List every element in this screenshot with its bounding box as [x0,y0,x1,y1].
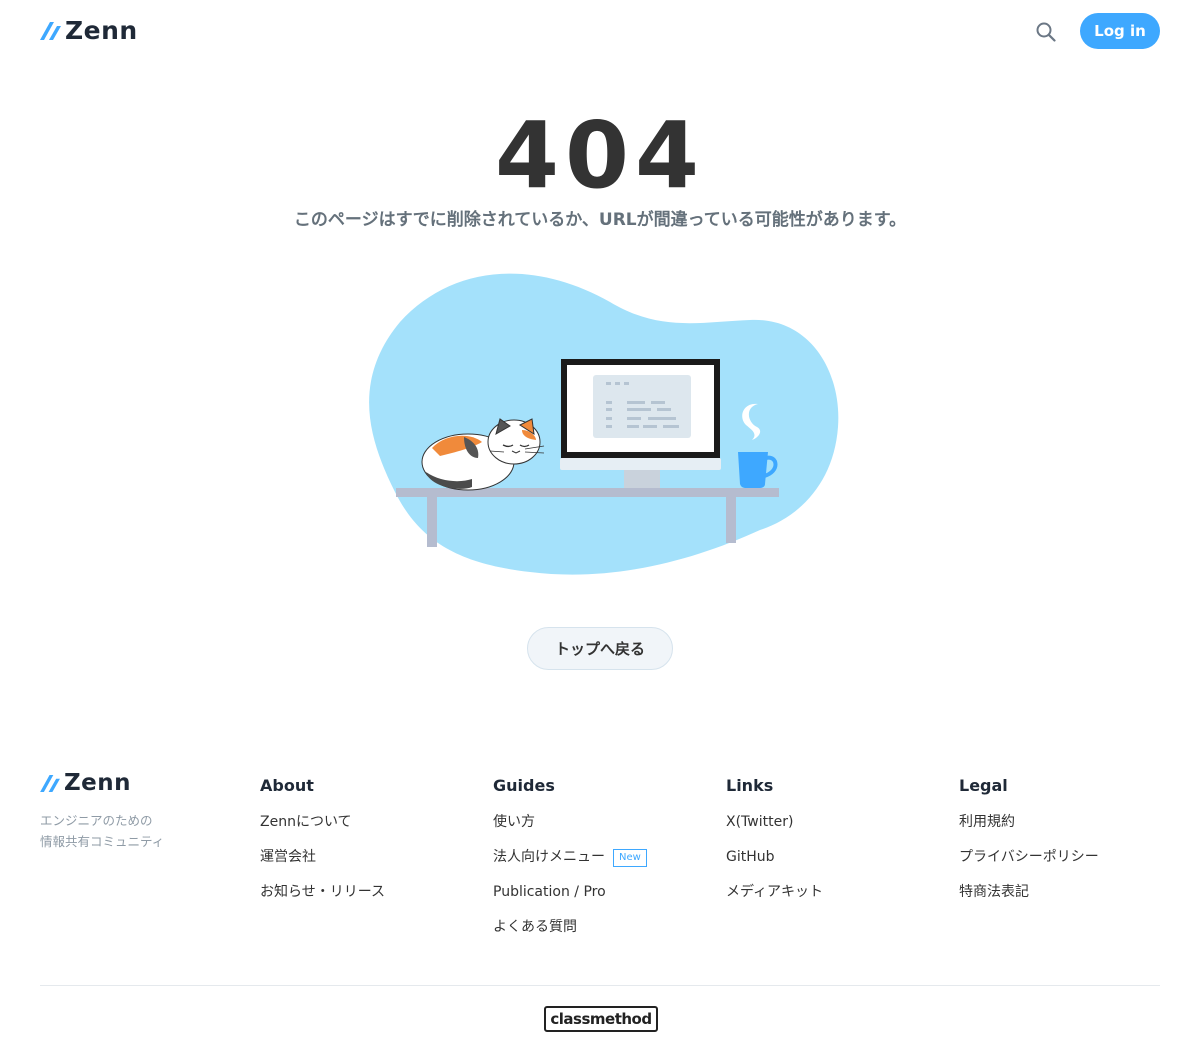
search-icon [1036,22,1056,42]
footer-tagline: エンジニアのための 情報共有コミュニティ [40,810,240,852]
footer-col-about: About Zennについて 運営会社 お知らせ・リリース [260,776,480,917]
footer-link-github[interactable]: GitHub [726,849,775,865]
footer-logo-text: Zenn [64,770,132,796]
desk-top [396,488,779,497]
footer-link-faq[interactable]: よくある質問 [493,919,577,935]
classmethod-logo[interactable]: classmethod [544,1006,658,1032]
footer-divider [40,985,1160,986]
footer-col-title: Guides [493,776,555,795]
login-button[interactable]: Log in [1080,13,1160,49]
footer-col-guides: Guides 使い方 法人向けメニュー New Publication / Pro… [493,776,713,952]
zenn-mark-icon [40,22,61,40]
desk-leg-right [726,497,736,543]
footer-col-title: Legal [959,776,1008,795]
error-code: 404 [494,102,706,209]
footer-link-media-kit[interactable]: メディアキット [726,884,823,900]
cup-icon [738,452,768,488]
zenn-mark-icon [40,774,60,792]
zenn-logo-text: Zenn [65,16,138,45]
footer-link-privacy[interactable]: プライバシーポリシー [959,849,1099,865]
footer-link-tokushoho[interactable]: 特商法表記 [959,884,1029,900]
footer-link-news[interactable]: お知らせ・リリース [260,884,385,900]
footer-link-business[interactable]: 法人向けメニュー [493,849,605,865]
footer-link-publication[interactable]: Publication / Pro [493,884,606,900]
footer-brand: Zenn エンジニアのための 情報共有コミュニティ [40,770,240,852]
footer-link-terms[interactable]: 利用規約 [959,814,1015,830]
footer-col-links: Links X(Twitter) GitHub メディアキット [726,776,946,917]
monitor-stand [624,468,660,488]
footer-link-company[interactable]: 運営会社 [260,849,316,865]
footer-link-about-zenn[interactable]: Zennについて [260,814,352,830]
back-to-top-button[interactable]: トップへ戻る [527,627,673,670]
error-message: このページはすでに削除されているか、URLが間違っている可能性があります。 [293,210,907,230]
tagline-line: エンジニアのための [40,813,153,828]
site-header: Zenn Log in [0,0,1200,64]
search-button[interactable] [1032,18,1060,46]
footer-col-legal: Legal 利用規約 プライバシーポリシー 特商法表記 [959,776,1179,917]
footer-link-howto[interactable]: 使い方 [493,814,535,830]
footer-link-twitter[interactable]: X(Twitter) [726,814,793,830]
footer-col-title: About [260,776,314,795]
footer-zenn-logo[interactable]: Zenn [40,770,240,796]
monitor-base [560,458,721,470]
cat-computer-illustration [369,273,839,575]
desk-leg-left [427,497,437,547]
new-badge: New [613,849,647,867]
zenn-logo[interactable]: Zenn [40,18,138,44]
footer-col-title: Links [726,776,774,795]
tagline-line: 情報共有コミュニティ [40,834,165,849]
